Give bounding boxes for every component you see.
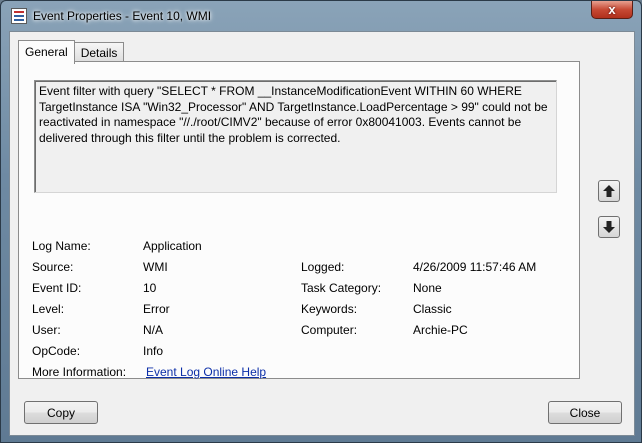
source-label: Source: [32, 260, 74, 274]
tab-strip: General Details [18, 40, 125, 64]
level-label: Level: [32, 302, 65, 316]
logged-label: Logged: [301, 260, 345, 274]
user-label: User: [32, 323, 61, 337]
task-category-value: None [413, 281, 442, 295]
copy-button[interactable]: Copy [24, 401, 98, 424]
dialog-client-area: General Details Event filter with query … [9, 31, 635, 436]
close-button[interactable]: Close [548, 401, 622, 424]
log-name-label: Log Name: [32, 239, 91, 253]
arrow-down-icon [603, 221, 615, 233]
keywords-label: Keywords: [301, 302, 358, 316]
previous-event-button[interactable] [598, 180, 620, 202]
event-id-label: Event ID: [32, 281, 82, 295]
event-viewer-icon [11, 8, 27, 24]
opcode-label: OpCode: [32, 344, 81, 358]
general-tab-panel: Event filter with query "SELECT * FROM _… [18, 61, 580, 379]
window-frame: Event Properties - Event 10, WMI x Gener… [0, 0, 642, 443]
log-name-value: Application [143, 239, 202, 253]
computer-value: Archie-PC [413, 323, 468, 337]
close-window-button[interactable]: x [591, 1, 633, 19]
logged-value: 4/26/2009 11:57:46 AM [413, 260, 537, 274]
more-information-label: More Information: [32, 365, 127, 379]
title-bar[interactable]: Event Properties - Event 10, WMI x [1, 1, 641, 31]
window-title: Event Properties - Event 10, WMI [33, 9, 212, 23]
event-id-value: 10 [143, 281, 157, 295]
event-log-online-help-link[interactable]: Event Log Online Help [146, 365, 266, 379]
source-value: WMI [143, 260, 168, 274]
arrow-up-icon [603, 185, 615, 197]
level-value: Error [143, 302, 170, 316]
keywords-value: Classic [413, 302, 452, 316]
task-category-label: Task Category: [301, 281, 382, 295]
event-description[interactable]: Event filter with query "SELECT * FROM _… [34, 80, 557, 193]
computer-label: Computer: [301, 323, 358, 337]
next-event-button[interactable] [598, 216, 620, 238]
opcode-value: Info [143, 344, 164, 358]
tab-details[interactable]: Details [73, 42, 125, 63]
user-value: N/A [143, 323, 164, 337]
tab-general[interactable]: General [18, 40, 75, 64]
